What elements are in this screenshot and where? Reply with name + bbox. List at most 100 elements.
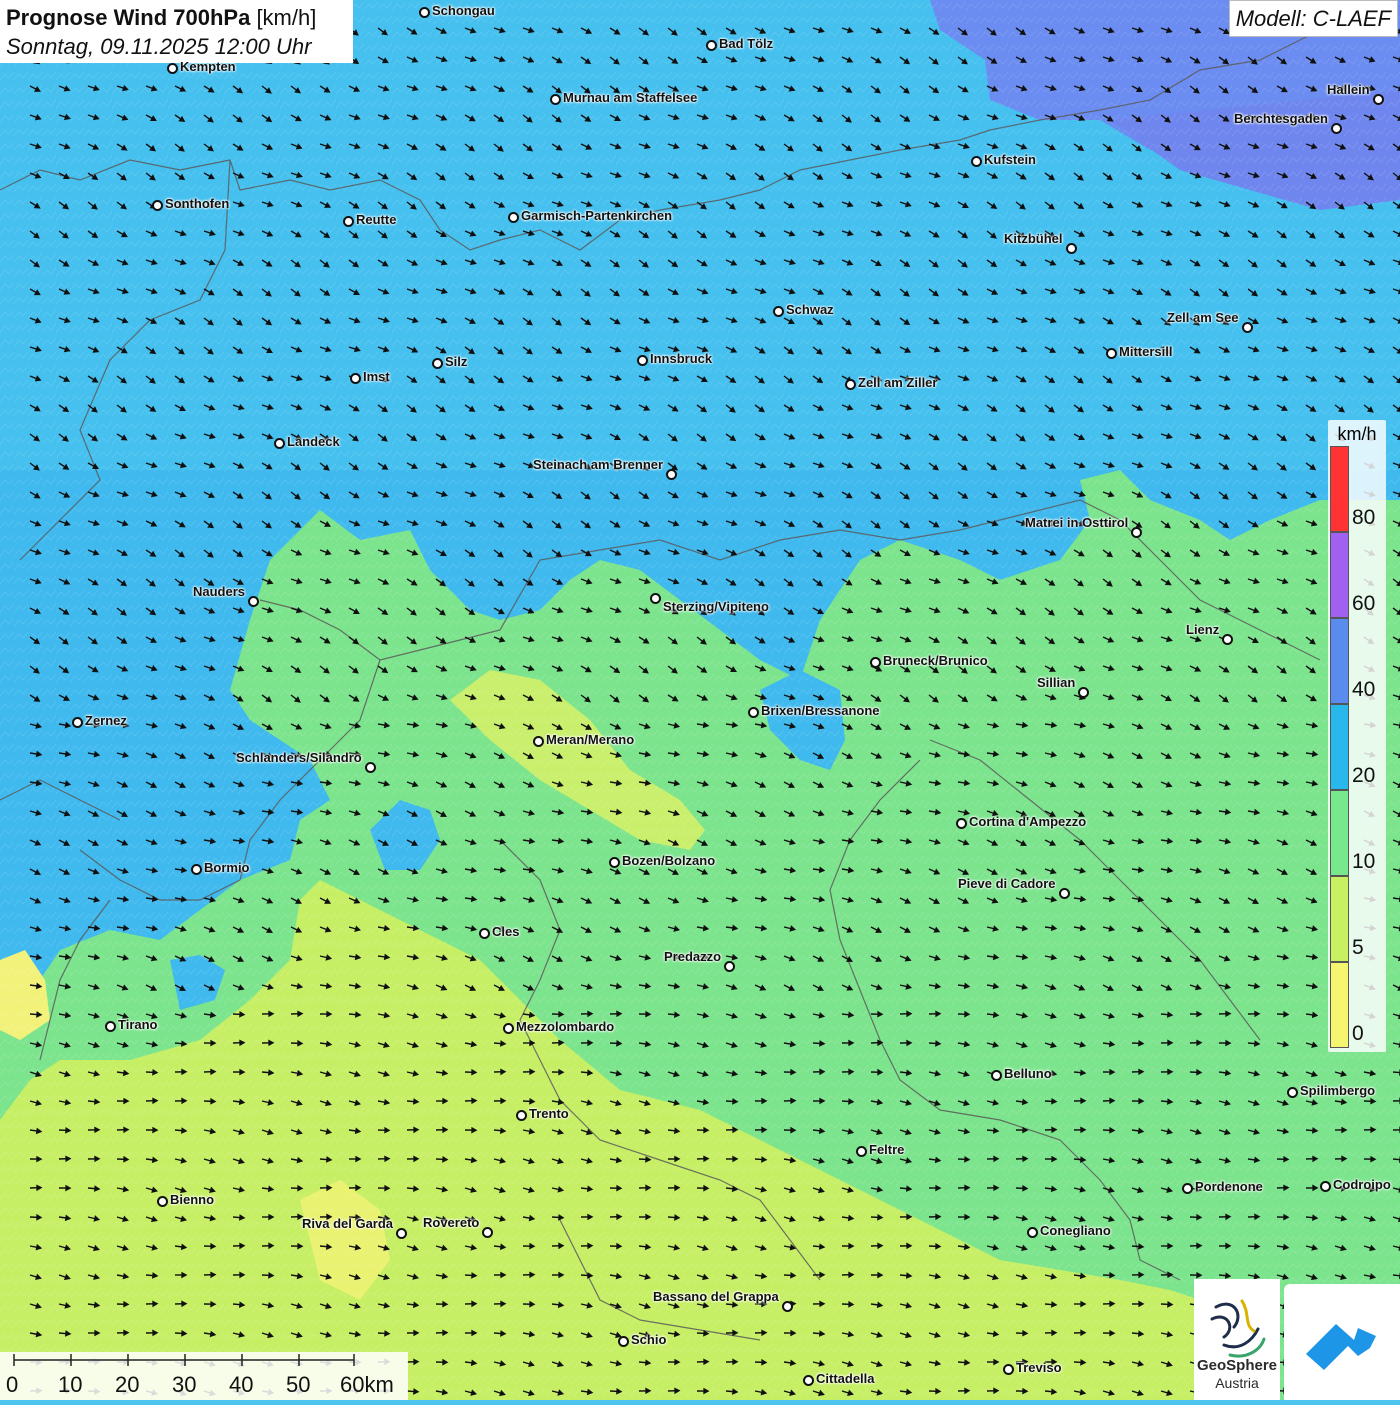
city-label: Mittersill — [1119, 344, 1172, 359]
city-marker[interactable] — [803, 1375, 814, 1386]
city-marker[interactable] — [1078, 687, 1089, 698]
legend-tick: 10 — [1352, 850, 1375, 874]
city-marker[interactable] — [350, 373, 361, 384]
model-label: Modell: C-LAEF — [1229, 0, 1398, 37]
app-logo-icon — [1284, 1284, 1400, 1400]
city-marker[interactable] — [516, 1110, 527, 1121]
wind-arrow — [1393, 1072, 1400, 1073]
city-marker[interactable] — [706, 40, 717, 51]
city-label: Rovereto — [423, 1215, 479, 1230]
city-marker[interactable] — [991, 1070, 1002, 1081]
city-marker[interactable] — [1242, 322, 1253, 333]
city-marker[interactable] — [1373, 94, 1384, 105]
city-label: Bozen/Bolzano — [622, 853, 715, 868]
city-marker[interactable] — [1003, 1364, 1014, 1375]
city-marker[interactable] — [1106, 348, 1117, 359]
city-label: Codroipo — [1333, 1177, 1391, 1192]
forecast-date: Sonntag, 09.11.2025 12:00 Uhr — [6, 32, 347, 61]
legend-tick: 80 — [1352, 506, 1375, 530]
city-marker[interactable] — [1059, 888, 1070, 899]
city-marker[interactable] — [432, 358, 443, 369]
city-marker[interactable] — [419, 7, 430, 18]
city-marker[interactable] — [724, 961, 735, 972]
city-marker[interactable] — [650, 593, 661, 604]
city-label: Conegliano — [1040, 1223, 1111, 1238]
city-marker[interactable] — [666, 469, 677, 480]
city-label: Bruneck/Brunico — [883, 653, 988, 668]
legend-tick: 40 — [1352, 678, 1375, 702]
city-marker[interactable] — [157, 1196, 168, 1207]
city-marker[interactable] — [1222, 634, 1233, 645]
city-marker[interactable] — [1131, 527, 1142, 538]
city-marker[interactable] — [773, 306, 784, 317]
city-label: Kempten — [180, 59, 236, 74]
city-marker[interactable] — [533, 736, 544, 747]
city-label: Lienz — [1186, 622, 1219, 637]
city-label: Imst — [363, 369, 390, 384]
city-label: Schlanders/Silandro — [236, 750, 362, 765]
scale-bar: 0102030405060km — [0, 1352, 408, 1400]
city-marker[interactable] — [1331, 123, 1342, 134]
city-marker[interactable] — [1320, 1181, 1331, 1192]
geosphere-logo[interactable]: GeoSphere Austria — [1194, 1279, 1280, 1400]
city-label: Cittadella — [816, 1371, 875, 1386]
city-marker[interactable] — [637, 355, 648, 366]
city-marker[interactable] — [1287, 1087, 1298, 1098]
city-marker[interactable] — [618, 1336, 629, 1347]
city-label: Sillian — [1037, 675, 1075, 690]
city-marker[interactable] — [396, 1228, 407, 1239]
city-marker[interactable] — [856, 1146, 867, 1157]
city-label: Murnau am Staffelsee — [563, 90, 697, 105]
city-label: Landeck — [287, 434, 340, 449]
city-label: Cortina d'Ampezzo — [969, 814, 1086, 829]
city-marker[interactable] — [191, 864, 202, 875]
city-marker[interactable] — [748, 707, 759, 718]
city-label: Mezzolombardo — [516, 1019, 614, 1034]
city-label: Brixen/Bressanone — [761, 703, 880, 718]
city-label: Tirano — [118, 1017, 158, 1032]
city-marker[interactable] — [782, 1301, 793, 1312]
city-label: Feltre — [869, 1142, 904, 1157]
city-marker[interactable] — [72, 717, 83, 728]
city-marker[interactable] — [1182, 1183, 1193, 1194]
city-marker[interactable] — [1027, 1227, 1038, 1238]
city-label: Bormio — [204, 860, 250, 875]
city-marker[interactable] — [152, 200, 163, 211]
city-marker[interactable] — [503, 1023, 514, 1034]
city-marker[interactable] — [274, 438, 285, 449]
scale-label: 30 — [172, 1372, 196, 1398]
city-label: Meran/Merano — [546, 732, 634, 747]
legend-color-swatch — [1330, 962, 1349, 1048]
city-label: Nauders — [193, 584, 245, 599]
city-marker[interactable] — [870, 657, 881, 668]
geosphere-logo-icon — [1194, 1285, 1280, 1365]
legend-color-swatch — [1330, 532, 1349, 618]
city-marker[interactable] — [550, 94, 561, 105]
city-label: Zell am See — [1167, 310, 1239, 325]
scale-label: 0 — [6, 1372, 18, 1398]
city-marker[interactable] — [1066, 243, 1077, 254]
map-title: Prognose Wind 700hPa [km/h] — [6, 3, 347, 32]
city-marker[interactable] — [365, 762, 376, 773]
city-label: Treviso — [1016, 1360, 1062, 1375]
city-marker[interactable] — [956, 818, 967, 829]
city-label: Sterzing/Vipiteno — [663, 599, 769, 614]
city-label: Garmisch-Partenkirchen — [521, 208, 672, 223]
city-marker[interactable] — [482, 1227, 493, 1238]
city-marker[interactable] — [971, 156, 982, 167]
city-label: Spilimbergo — [1300, 1083, 1375, 1098]
city-label: Hallein — [1327, 82, 1370, 97]
city-label: Kitzbühel — [1004, 231, 1063, 246]
city-marker[interactable] — [343, 216, 354, 227]
legend-tick: 5 — [1352, 936, 1364, 960]
city-marker[interactable] — [479, 928, 490, 939]
city-marker[interactable] — [167, 63, 178, 74]
city-marker[interactable] — [609, 857, 620, 868]
city-marker[interactable] — [508, 212, 519, 223]
city-label: Pieve di Cadore — [958, 876, 1056, 891]
city-marker[interactable] — [105, 1021, 116, 1032]
city-marker[interactable] — [248, 596, 259, 607]
city-label: Steinach am Brenner — [533, 457, 663, 472]
app-icon[interactable] — [1284, 1284, 1400, 1400]
city-marker[interactable] — [845, 379, 856, 390]
